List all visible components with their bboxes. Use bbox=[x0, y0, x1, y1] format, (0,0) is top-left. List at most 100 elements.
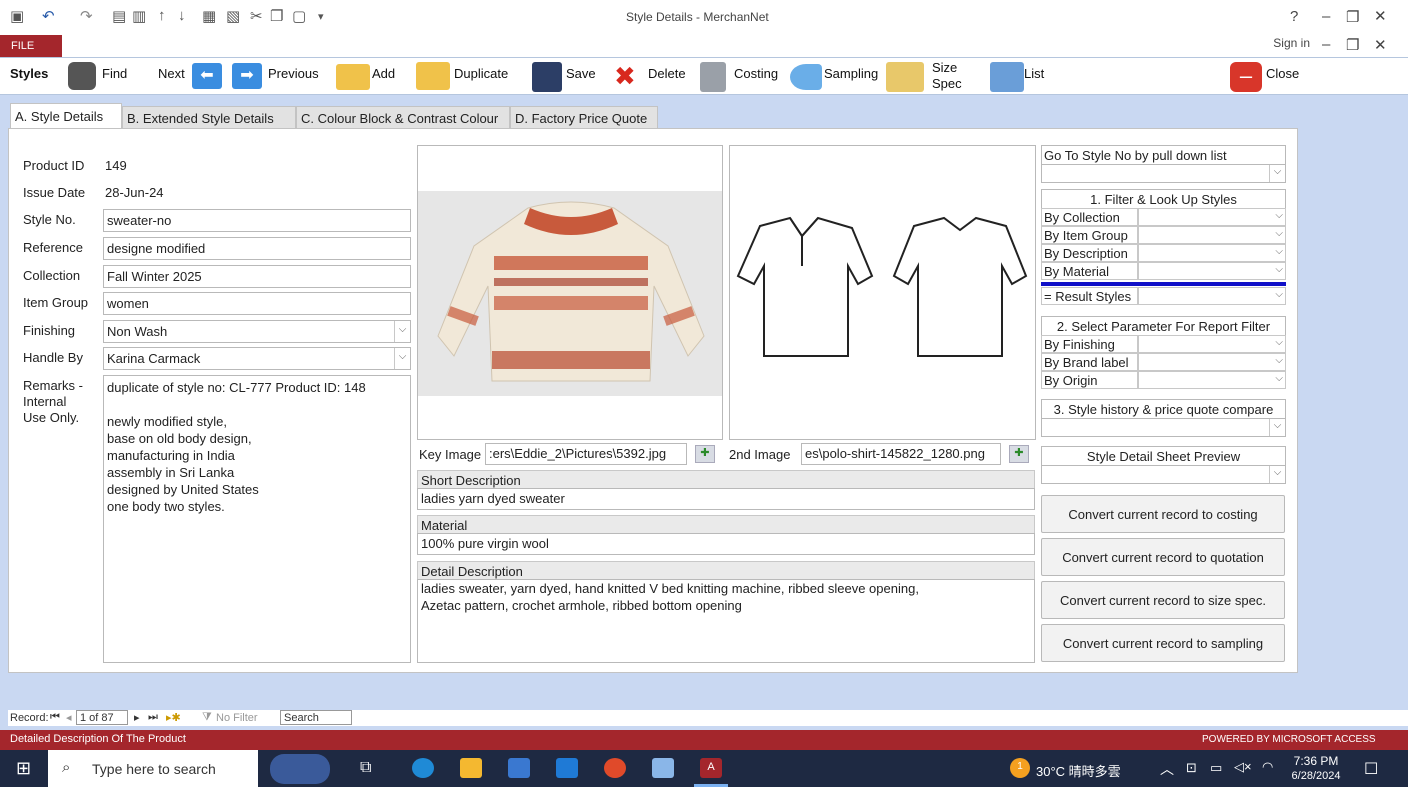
size-spec-button[interactable]: Size Spec bbox=[932, 60, 962, 92]
param-row-origin[interactable]: By Origin ⌵ bbox=[1041, 371, 1286, 389]
close-form-icon[interactable]: – bbox=[1230, 62, 1262, 92]
convert-to-size-spec-button[interactable]: Convert current record to size spec. bbox=[1041, 581, 1285, 619]
filter-row-item-group[interactable]: By Item Group ⌵ bbox=[1041, 226, 1286, 244]
chevron-down-icon[interactable]: ⌵ bbox=[1275, 355, 1283, 366]
next-record-icon[interactable]: ▸ bbox=[134, 711, 140, 724]
last-record-icon[interactable]: ⏭ bbox=[148, 711, 158, 724]
cut-icon[interactable]: ✂ bbox=[250, 7, 263, 25]
redo-icon[interactable]: ↷ bbox=[80, 7, 93, 25]
save-button[interactable]: Save bbox=[566, 66, 596, 81]
binoculars-icon[interactable] bbox=[68, 62, 96, 90]
result-styles-dropdown[interactable]: ⌵ bbox=[1138, 287, 1286, 305]
export-excel-icon[interactable]: ▦ bbox=[202, 7, 216, 25]
param-row-brand-label[interactable]: By Brand label ⌵ bbox=[1041, 353, 1286, 371]
handle-by-dropdown[interactable]: Karina Carmack ⌵ bbox=[103, 347, 411, 370]
calculator-icon[interactable] bbox=[700, 62, 726, 92]
sign-in-link[interactable]: Sign in bbox=[1273, 36, 1310, 50]
access-app-icon[interactable]: ▣ bbox=[10, 7, 24, 25]
customize-qat-icon[interactable]: ▾ bbox=[318, 10, 324, 23]
network-icon[interactable]: ⊡ bbox=[1186, 760, 1197, 776]
arrow-left-icon[interactable]: ⬅ bbox=[192, 63, 222, 89]
save-icon[interactable] bbox=[532, 62, 562, 92]
task-view-icon[interactable]: ⧉ bbox=[360, 759, 371, 777]
duplicate-button[interactable]: Duplicate bbox=[454, 66, 508, 81]
preview-dropdown[interactable]: ⌵ bbox=[1041, 465, 1286, 484]
chrome-icon[interactable] bbox=[604, 758, 626, 778]
chevron-down-icon[interactable]: ⌵ bbox=[1275, 228, 1283, 239]
chevron-down-icon[interactable]: ⌵ bbox=[1275, 210, 1283, 221]
key-image-box[interactable] bbox=[417, 145, 723, 440]
collection-field[interactable]: Fall Winter 2025 bbox=[103, 265, 411, 288]
doc-close-button[interactable]: ✕ bbox=[1374, 36, 1387, 54]
key-image-path[interactable]: :ers\Eddie_2\Pictures\5392.jpg bbox=[485, 443, 687, 465]
windows-start-icon[interactable]: ⊞ bbox=[16, 758, 31, 779]
filter-material-dropdown[interactable]: ⌵ bbox=[1138, 262, 1286, 280]
filter-description-dropdown[interactable]: ⌵ bbox=[1138, 244, 1286, 262]
param-row-finishing[interactable]: By Finishing ⌵ bbox=[1041, 335, 1286, 353]
filter-icon[interactable]: ⧩ bbox=[202, 711, 212, 724]
chevron-down-icon[interactable]: ⌵ bbox=[1275, 337, 1283, 348]
volume-icon[interactable]: ◁× bbox=[1234, 759, 1252, 775]
short-description-field[interactable]: ladies yarn dyed sweater bbox=[417, 488, 1035, 510]
app-icon[interactable] bbox=[652, 758, 674, 778]
chevron-down-icon[interactable]: ⌵ bbox=[1269, 466, 1285, 483]
find-button[interactable]: Find bbox=[102, 66, 127, 81]
sort-descending-icon[interactable]: ↓ bbox=[178, 7, 186, 24]
file-menu-button[interactable]: FILE bbox=[0, 35, 62, 57]
param-origin-dropdown[interactable]: ⌵ bbox=[1138, 371, 1286, 389]
convert-to-sampling-button[interactable]: Convert current record to sampling bbox=[1041, 624, 1285, 662]
weather-icon[interactable]: 1 bbox=[1010, 758, 1030, 778]
second-image-path[interactable]: es\polo-shirt-145822_1280.png bbox=[801, 443, 1001, 465]
minimize-button[interactable]: – bbox=[1322, 8, 1330, 25]
search-highlight-icon[interactable] bbox=[270, 754, 330, 784]
sort-ascending-icon[interactable]: ↑ bbox=[158, 7, 166, 24]
browse-image-icon[interactable]: ✚ bbox=[1009, 445, 1029, 463]
finishing-dropdown[interactable]: Non Wash ⌵ bbox=[103, 320, 411, 343]
next-label[interactable]: Next bbox=[158, 66, 185, 81]
chevron-down-icon[interactable]: ⌵ bbox=[1269, 165, 1285, 182]
previous-button[interactable]: Previous bbox=[268, 66, 319, 81]
close-button[interactable]: Close bbox=[1266, 66, 1299, 81]
file-explorer-icon[interactable] bbox=[460, 758, 482, 778]
first-record-icon[interactable]: ⏮ bbox=[50, 711, 60, 724]
detail-description-field[interactable]: ladies sweater, yarn dyed, hand knitted … bbox=[417, 579, 1035, 663]
filter-row-description[interactable]: By Description ⌵ bbox=[1041, 244, 1286, 262]
record-search-input[interactable]: Search bbox=[280, 710, 352, 725]
store-icon[interactable] bbox=[508, 758, 530, 778]
export-word-icon[interactable]: ▧ bbox=[226, 7, 240, 25]
notification-icon[interactable]: ☐ bbox=[1364, 759, 1378, 779]
second-image-box[interactable] bbox=[729, 145, 1036, 440]
battery-icon[interactable]: ▭ bbox=[1210, 760, 1222, 776]
mail-icon[interactable] bbox=[556, 758, 578, 778]
tab-colour-block[interactable]: C. Colour Block & Contrast Colour bbox=[296, 106, 510, 129]
remarks-field[interactable]: duplicate of style no: CL-777 Product ID… bbox=[103, 375, 411, 663]
reference-field[interactable]: designe modified bbox=[103, 237, 411, 260]
tab-style-details[interactable]: A. Style Details bbox=[10, 103, 122, 129]
tab-factory-price-quote[interactable]: D. Factory Price Quote bbox=[510, 106, 658, 129]
result-styles-row[interactable]: = Result Styles ⌵ bbox=[1041, 287, 1286, 305]
clock-date[interactable]: 6/28/2024 bbox=[1284, 770, 1348, 782]
arrow-right-icon[interactable]: ➡ bbox=[232, 63, 262, 89]
param-brand-dropdown[interactable]: ⌵ bbox=[1138, 353, 1286, 371]
chevron-down-icon[interactable]: ⌵ bbox=[1269, 419, 1285, 436]
taskbar-search-box[interactable]: ⌕ Type here to search bbox=[48, 750, 258, 787]
weather-text[interactable]: 30°C 晴時多雲 bbox=[1036, 761, 1121, 780]
convert-to-quotation-button[interactable]: Convert current record to quotation bbox=[1041, 538, 1285, 576]
access-taskbar-icon[interactable]: A bbox=[700, 758, 722, 778]
convert-to-costing-button[interactable]: Convert current record to costing bbox=[1041, 495, 1285, 533]
doc-minimize-button[interactable]: – bbox=[1322, 36, 1330, 53]
restore-button[interactable]: ❐ bbox=[1346, 8, 1359, 26]
new-record-icon[interactable]: ▸✱ bbox=[166, 711, 181, 724]
copy-icon[interactable]: ❐ bbox=[270, 7, 283, 25]
chevron-down-icon[interactable]: ⌵ bbox=[1275, 373, 1283, 384]
folder-add-icon[interactable] bbox=[336, 64, 370, 90]
tab-extended-style-details[interactable]: B. Extended Style Details bbox=[122, 106, 296, 129]
list-icon[interactable] bbox=[990, 62, 1024, 92]
chevron-up-icon[interactable]: ︿ bbox=[1160, 759, 1174, 779]
doc-restore-button[interactable]: ❐ bbox=[1346, 36, 1359, 54]
clock-time[interactable]: 7:36 PM bbox=[1290, 754, 1342, 768]
sampling-arrow-icon[interactable] bbox=[790, 64, 822, 90]
previous-record-icon[interactable]: ◂ bbox=[66, 711, 72, 724]
browse-image-icon[interactable]: ✚ bbox=[695, 445, 715, 463]
delete-button[interactable]: Delete bbox=[648, 66, 686, 81]
